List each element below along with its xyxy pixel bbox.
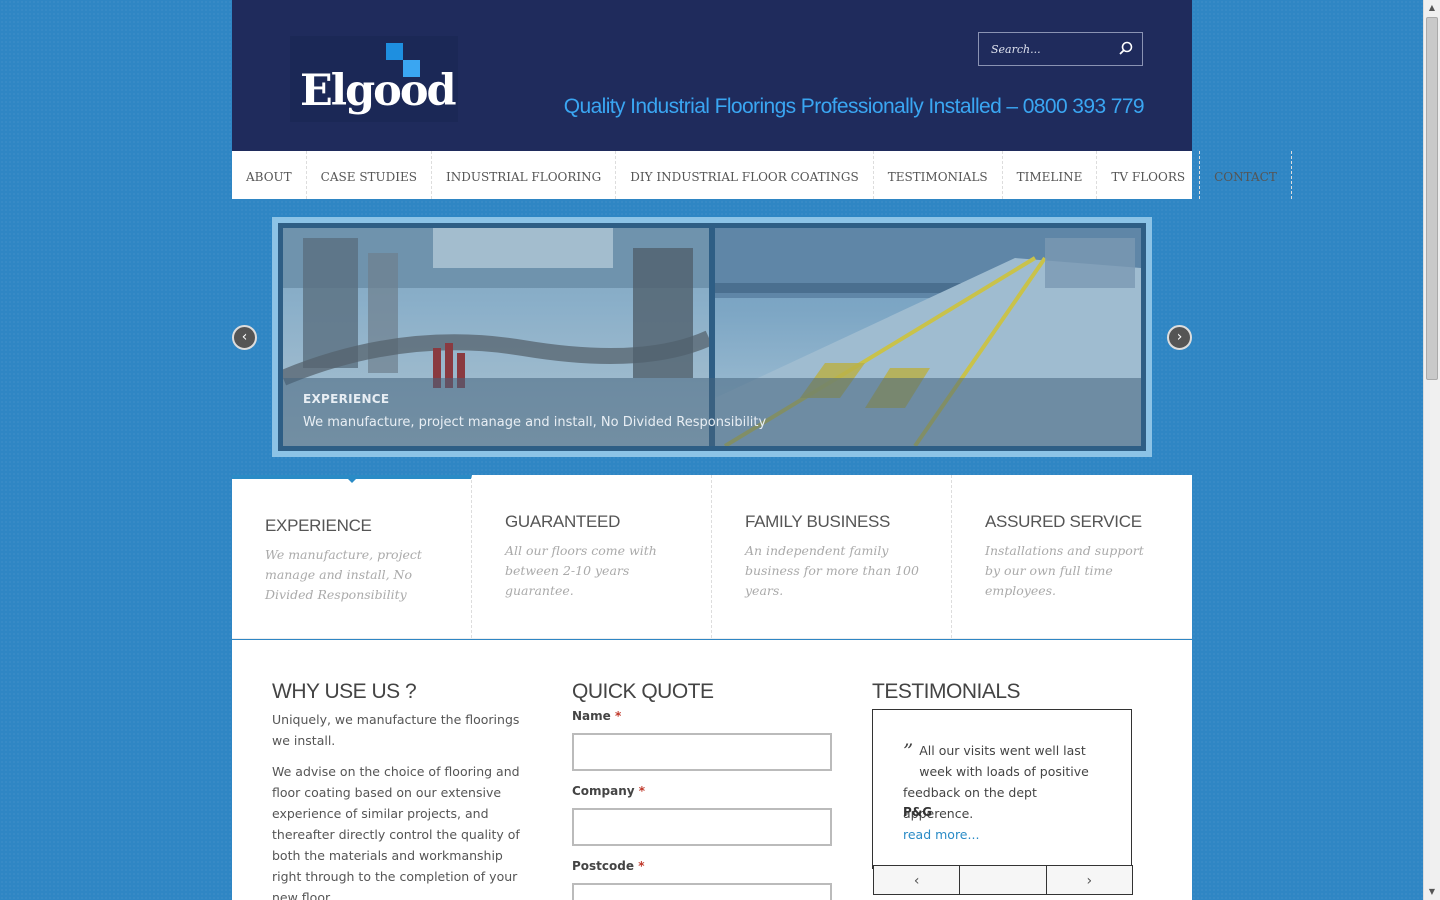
nav-item-timeline[interactable]: TIMELINE — [1003, 151, 1098, 199]
search-icon[interactable] — [1116, 39, 1136, 59]
logo-text: Elgood — [300, 66, 457, 116]
nav-item-about[interactable]: ABOUT — [232, 151, 307, 199]
company-field[interactable] — [572, 808, 832, 846]
testimonial-pause-icon[interactable] — [960, 866, 1047, 894]
image-slider: EXPERIENCE We manufacture, project manag… — [272, 217, 1152, 457]
page-scrollbar[interactable]: ▲ ▼ — [1423, 0, 1440, 900]
slider-viewport: EXPERIENCE We manufacture, project manag… — [278, 223, 1146, 451]
chevron-right-icon[interactable]: › — [1167, 325, 1192, 350]
feature-tabs: EXPERIENCE We manufacture, project manag… — [232, 475, 1192, 639]
scroll-up-icon[interactable]: ▲ — [1424, 0, 1440, 16]
feature-text: All our floors come with between 2-10 ye… — [505, 543, 657, 598]
read-more-link[interactable]: read more... — [903, 827, 979, 842]
feature-title: FAMILY BUSINESS — [745, 512, 891, 531]
feature-text: Installations and support by our own ful… — [985, 543, 1144, 598]
slide-caption: EXPERIENCE We manufacture, project manag… — [283, 378, 1141, 446]
nav-item-testimonials[interactable]: TESTIMONIALS — [874, 151, 1003, 199]
testimonial-nav: ‹ › — [873, 865, 1133, 895]
testimonial-text: ” All our visits went well last week wit… — [903, 739, 1089, 821]
page: Elgood Quality Industrial Floorings Prof… — [232, 0, 1292, 900]
feature-title: GUARANTEED — [505, 512, 621, 531]
nav-item-industrial-flooring[interactable]: INDUSTRIAL FLOORING — [432, 151, 617, 199]
scroll-down-icon[interactable]: ▼ — [1424, 884, 1440, 900]
postcode-label: Postcode * — [572, 859, 645, 873]
testimonial-next-icon[interactable]: › — [1046, 866, 1132, 894]
feature-experience[interactable]: EXPERIENCE We manufacture, project manag… — [232, 475, 472, 638]
quote-title: QUICK QUOTE — [572, 680, 714, 703]
company-label: Company * — [572, 784, 646, 798]
testimonials-title: TESTIMONIALS — [872, 680, 1021, 703]
why-title: WHY USE US ? — [272, 680, 417, 703]
logo-square-1 — [386, 43, 403, 60]
search-input[interactable] — [979, 33, 1109, 65]
feature-family-business[interactable]: FAMILY BUSINESS An independent family bu… — [712, 475, 952, 638]
testimonials-widget: TESTIMONIALS ” All our visits went well … — [872, 680, 1133, 895]
testimonial-author: P&G — [903, 805, 933, 819]
why-use-us: WHY USE US ? Uniquely, we manufacture th… — [272, 680, 532, 900]
header-tagline: Quality Industrial Floorings Professiona… — [563, 95, 1145, 118]
why-paragraph-2: We advise on the choice of flooring and … — [272, 764, 520, 900]
nav-item-contact[interactable]: CONTACT — [1200, 151, 1292, 199]
elgood-logo[interactable]: Elgood — [290, 36, 458, 122]
content-section: WHY USE US ? Uniquely, we manufacture th… — [232, 640, 1192, 900]
nav-item-diy-coatings[interactable]: DIY INDUSTRIAL FLOOR COATINGS — [616, 151, 874, 199]
quick-quote-form: QUICK QUOTE Name * Company * Postcode * — [572, 680, 832, 900]
feature-text: We manufacture, project manage and insta… — [265, 547, 422, 602]
nav-item-case-studies[interactable]: CASE STUDIES — [307, 151, 432, 199]
feature-title: EXPERIENCE — [265, 516, 372, 535]
feature-title: ASSURED SERVICE — [985, 512, 1142, 531]
search-box — [978, 32, 1143, 66]
feature-text: An independent family business for more … — [745, 543, 919, 598]
name-field[interactable] — [572, 733, 832, 771]
testimonial-card: ” All our visits went well last week wit… — [872, 709, 1133, 895]
caption-title: EXPERIENCE — [303, 392, 390, 406]
postcode-field[interactable] — [572, 883, 832, 900]
feature-assured-service[interactable]: ASSURED SERVICE Installations and suppor… — [952, 475, 1192, 638]
name-label: Name * — [572, 709, 622, 723]
feature-guaranteed[interactable]: GUARANTEED All our floors come with betw… — [472, 475, 712, 638]
site-header: Elgood Quality Industrial Floorings Prof… — [232, 0, 1192, 151]
chevron-left-icon[interactable]: ‹ — [232, 325, 257, 350]
why-paragraph-1: Uniquely, we manufacture the floorings w… — [272, 712, 520, 748]
scrollbar-thumb[interactable] — [1426, 17, 1438, 380]
main-nav: ABOUT CASE STUDIES INDUSTRIAL FLOORING D… — [232, 151, 1292, 199]
testimonial-prev-icon[interactable]: ‹ — [874, 866, 961, 894]
quote-icon: ” — [903, 739, 914, 763]
caption-text: We manufacture, project manage and insta… — [303, 415, 767, 430]
nav-item-tv-floors[interactable]: TV FLOORS — [1097, 151, 1201, 199]
